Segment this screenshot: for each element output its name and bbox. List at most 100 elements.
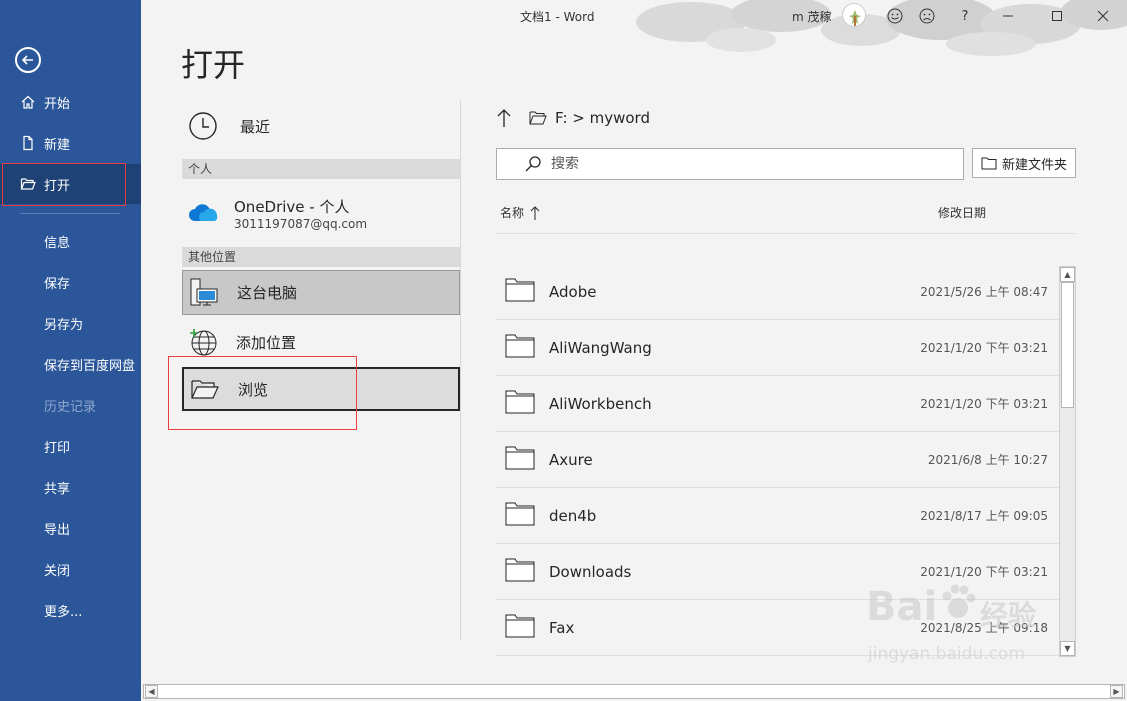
- globe-add-icon: [188, 327, 218, 357]
- sidebar-item-save-to-baidu[interactable]: 保存到百度网盘: [0, 344, 141, 384]
- new-folder-label: 新建文件夹: [1002, 157, 1068, 173]
- file-list: Adobe 2021/5/26 上午 08:47 AliWangWang 202…: [496, 264, 1059, 656]
- sidebar-item-label: 关闭: [44, 563, 71, 579]
- file-date: 2021/1/20 下午 03:21: [920, 565, 1048, 579]
- file-name: AliWorkbench: [549, 394, 652, 413]
- search-icon: [525, 156, 541, 172]
- sidebar-item-label: 信息: [44, 235, 71, 251]
- table-row[interactable]: Axure 2021/6/8 上午 10:27: [496, 432, 1059, 488]
- sidebar-item-label: 另存为: [44, 317, 84, 333]
- file-name: AliWangWang: [549, 338, 652, 357]
- file-date: 2021/1/20 下午 03:21: [920, 341, 1048, 355]
- help-icon[interactable]: ?: [953, 4, 977, 28]
- new-folder-button[interactable]: 新建文件夹: [972, 148, 1076, 178]
- scroll-right-icon[interactable]: ▶: [1110, 685, 1123, 698]
- column-header-label: 名称: [500, 206, 525, 220]
- sidebar-item-label: 打开: [44, 178, 71, 194]
- file-date: 2021/8/17 上午 09:05: [920, 509, 1048, 523]
- sort-ascending-icon: [530, 205, 540, 221]
- table-row[interactable]: AliWangWang 2021/1/20 下午 03:21: [496, 320, 1059, 376]
- breadcrumb-path[interactable]: F: > myword: [555, 109, 650, 127]
- folder-icon: [505, 278, 535, 306]
- page-title: 打开: [181, 46, 246, 84]
- sidebar-item-more[interactable]: 更多...: [0, 590, 141, 630]
- open-folder-icon: [20, 176, 36, 192]
- location-recent[interactable]: 最近: [182, 108, 460, 144]
- location-label: 浏览: [238, 380, 269, 399]
- sidebar-item-label: 导出: [44, 522, 71, 538]
- sidebar-item-export[interactable]: 导出: [0, 508, 141, 548]
- close-icon[interactable]: [1091, 4, 1115, 28]
- up-arrow-icon[interactable]: [497, 108, 511, 128]
- minimize-icon[interactable]: [996, 4, 1020, 28]
- file-name: den4b: [549, 506, 597, 525]
- folder-path-icon: [529, 111, 547, 125]
- sidebar-item-new[interactable]: 新建: [0, 123, 141, 163]
- sidebar-item-info[interactable]: 信息: [0, 221, 141, 261]
- scroll-left-icon[interactable]: ◀: [145, 685, 158, 698]
- smile-feedback-icon[interactable]: [883, 4, 907, 28]
- search-input[interactable]: [551, 156, 931, 172]
- table-row[interactable]: den4b 2021/8/17 上午 09:05: [496, 488, 1059, 544]
- avatar[interactable]: [842, 3, 866, 27]
- location-onedrive[interactable]: OneDrive - 个人 3011197087@qq.com: [182, 192, 460, 234]
- sidebar-item-print[interactable]: 打印: [0, 426, 141, 466]
- file-date: 2021/8/25 上午 09:18: [920, 621, 1048, 635]
- title-bar: 文档1 - Word m 茂稼 ?: [141, 0, 1127, 56]
- file-date: 2021/1/20 下午 03:21: [920, 397, 1048, 411]
- sidebar-item-share[interactable]: 共享: [0, 467, 141, 507]
- table-row[interactable]: Downloads 2021/1/20 下午 03:21: [496, 544, 1059, 600]
- search-field[interactable]: [496, 148, 964, 180]
- horizontal-scrollbar[interactable]: [143, 684, 1125, 699]
- table-row[interactable]: AliWorkbench 2021/1/20 下午 03:21: [496, 376, 1059, 432]
- sidebar-item-label: 开始: [44, 96, 71, 112]
- folder-icon: [505, 390, 535, 418]
- column-divider: [460, 100, 461, 640]
- back-arrow-icon[interactable]: [15, 47, 41, 73]
- folder-icon: [505, 558, 535, 586]
- location-browse[interactable]: 浏览: [182, 367, 460, 411]
- computer-icon: [189, 277, 219, 309]
- table-row[interactable]: Fax 2021/8/25 上午 09:18: [496, 600, 1059, 656]
- scroll-down-icon[interactable]: ▼: [1060, 641, 1075, 656]
- sidebar-item-label: 共享: [44, 481, 71, 497]
- sidebar-item-label: 保存到百度网盘: [44, 358, 136, 374]
- scroll-up-icon[interactable]: ▲: [1060, 267, 1075, 282]
- user-name[interactable]: m 茂稼: [792, 8, 832, 25]
- sidebar-item-save-as[interactable]: 另存为: [0, 303, 141, 343]
- location-label: 添加位置: [236, 333, 297, 352]
- home-icon: [20, 94, 36, 110]
- file-name: Adobe: [549, 282, 597, 301]
- sidebar-divider: [20, 213, 120, 214]
- location-label: 这台电脑: [237, 284, 298, 302]
- maximize-icon[interactable]: [1045, 4, 1069, 28]
- sidebar-item-home[interactable]: 开始: [0, 82, 141, 122]
- clock-icon: [188, 111, 218, 141]
- header-divider: [496, 233, 1076, 234]
- sidebar-item-open[interactable]: 打开: [0, 164, 141, 204]
- sidebar-item-label: 历史记录: [44, 399, 97, 415]
- location-add-place[interactable]: 添加位置: [182, 322, 460, 362]
- location-label: 最近: [240, 117, 271, 136]
- sidebar-item-close[interactable]: 关闭: [0, 549, 141, 589]
- folder-icon: [505, 614, 535, 642]
- column-header-label: 修改日期: [938, 206, 987, 220]
- sidebar-item-save[interactable]: 保存: [0, 262, 141, 302]
- file-name: Fax: [549, 618, 575, 637]
- column-header-modified[interactable]: 修改日期: [938, 204, 986, 221]
- column-header-name[interactable]: 名称: [500, 204, 540, 221]
- folder-icon: [505, 334, 535, 362]
- file-date: 2021/6/8 上午 10:27: [927, 453, 1048, 467]
- file-name: Downloads: [549, 562, 632, 581]
- sidebar-item-history: 历史记录: [0, 385, 141, 425]
- vertical-scroll-thumb[interactable]: [1061, 282, 1074, 408]
- new-folder-icon: [981, 157, 997, 170]
- frown-feedback-icon[interactable]: [915, 4, 939, 28]
- new-document-icon: [20, 135, 36, 151]
- table-row[interactable]: Adobe 2021/5/26 上午 08:47: [496, 264, 1059, 320]
- folder-icon: [505, 446, 535, 474]
- browse-folder-icon: [190, 377, 220, 401]
- section-header-personal: 个人: [182, 159, 460, 179]
- section-header-other: 其他位置: [182, 247, 460, 267]
- location-this-pc[interactable]: 这台电脑: [182, 270, 460, 315]
